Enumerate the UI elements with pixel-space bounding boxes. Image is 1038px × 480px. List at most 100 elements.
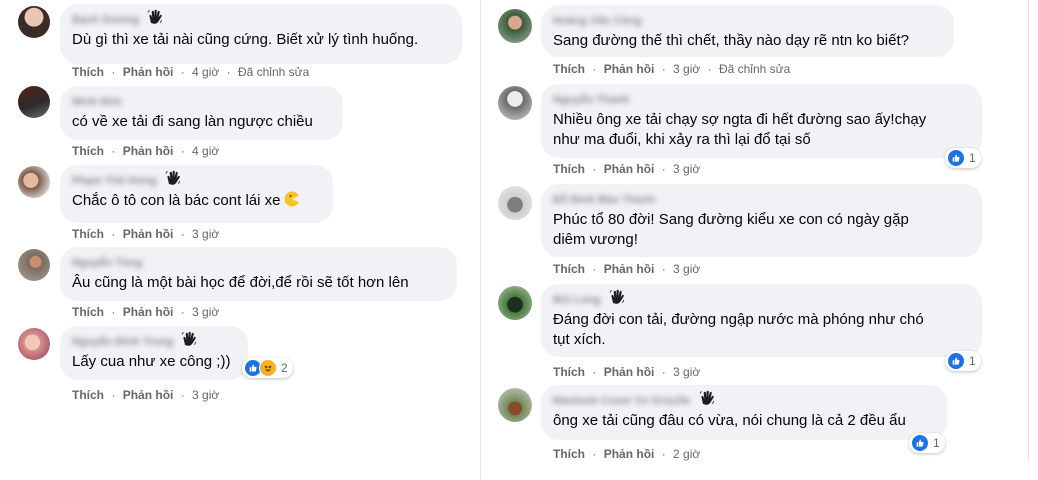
comment-text: Nhiều ông xe tải chạy sợ ngta đi hết đườ…: [553, 110, 970, 150]
avatar[interactable]: [498, 286, 532, 320]
reply-button[interactable]: Phản hồi: [604, 62, 655, 76]
reaction-summary[interactable]: 1: [909, 433, 945, 453]
like-button[interactable]: Thích: [553, 162, 585, 176]
comment-bubble: Minh Đức có về xe tải đi sang làn ngược …: [60, 86, 343, 140]
like-reaction-icon: [911, 434, 929, 452]
like-button[interactable]: Thích: [553, 262, 585, 276]
comment-author[interactable]: Bùi Long: [553, 293, 601, 307]
reply-button[interactable]: Phản hồi: [604, 162, 655, 176]
avatar[interactable]: [18, 166, 50, 198]
reaction-count: 1: [969, 151, 976, 165]
comment-text: Đáng đời con tải, đường ngập nước mà phó…: [553, 310, 970, 350]
comment-bubble: Đỗ Đình Bảo Thanh Phúc tổ 80 đời! Sang đ…: [541, 184, 982, 257]
comment-text-line: tụt xích.: [553, 331, 606, 348]
comment-time[interactable]: 3 giờ: [192, 305, 219, 319]
comment-text: Dù gì thì xe tải nài cũng cứng. Biết xử …: [72, 31, 419, 48]
comment-author[interactable]: Manhole Cover Vs Grizzlle: [553, 394, 691, 408]
comment-bubble: Hoàng Văn Công Sang đường thế thì chết, …: [541, 5, 954, 57]
comment-bubble: Bạch Dương Dù gì thì xe tải nài cũng cứn…: [60, 4, 462, 64]
comment-text: Âu cũng là một bài học để đời,để rồi sẽ …: [72, 274, 409, 291]
comment-text-line: Nhiều ông xe tải chạy sợ ngta đi hết đườ…: [553, 111, 927, 128]
like-button[interactable]: Thích: [72, 388, 104, 402]
wave-icon: [609, 289, 625, 305]
avatar[interactable]: [498, 388, 532, 422]
comment-text-line: Đáng đời con tải, đường ngập nước mà phó…: [553, 311, 924, 328]
comment-actions: Thích · Phản hồi · 3 giờ: [72, 388, 220, 402]
reply-button[interactable]: Phản hồi: [604, 262, 655, 276]
comment-actions: Thích · Phản hồi · 3 giờ: [72, 305, 220, 319]
like-button[interactable]: Thích: [72, 65, 104, 79]
like-button[interactable]: Thích: [72, 144, 104, 158]
comment-time[interactable]: 4 giờ: [192, 144, 219, 158]
avatar[interactable]: [18, 86, 50, 118]
comment-text: Lấy cua như xe công ;)): [72, 353, 231, 370]
comment-actions: Thích · Phản hồi · 4 giờ: [72, 144, 220, 158]
reaction-summary[interactable]: 1: [945, 148, 981, 168]
avatar[interactable]: [18, 6, 50, 38]
reply-button[interactable]: Phản hồi: [604, 447, 655, 461]
reaction-summary[interactable]: 2: [242, 358, 293, 378]
comment-text: Phúc tổ 80 đời! Sang đường kiểu xe con c…: [553, 210, 970, 250]
reaction-summary[interactable]: 1: [945, 351, 981, 371]
comment-actions: Thích · Phản hồi · 4 giờ · Đã chỉnh sửa: [72, 65, 310, 79]
reply-button[interactable]: Phản hồi: [123, 305, 174, 319]
comment-bubble: Nguyễn Thanh Nhiều ông xe tải chạy sợ ng…: [541, 84, 982, 158]
comment-time[interactable]: 3 giờ: [673, 262, 700, 276]
avatar[interactable]: [18, 328, 50, 360]
column-divider: [1028, 0, 1029, 462]
comment-text: ông xe tải cũng đâu có vừa, nói chung là…: [553, 412, 906, 429]
avatar[interactable]: [498, 86, 532, 120]
comment-author[interactable]: Minh Đức: [72, 95, 123, 109]
comment-author[interactable]: Nguyễn Tùng: [72, 256, 142, 270]
like-button[interactable]: Thích: [553, 365, 585, 379]
like-reaction-icon: [947, 149, 965, 167]
comment-time[interactable]: 4 giờ: [192, 65, 219, 79]
reaction-count: 1: [969, 354, 976, 368]
like-button[interactable]: Thích: [72, 227, 104, 241]
reply-button[interactable]: Phản hồi: [123, 388, 174, 402]
comment-time[interactable]: 3 giờ: [673, 365, 700, 379]
comment-author[interactable]: Hoàng Văn Công: [553, 14, 642, 28]
comment-actions: Thích · Phản hồi · 3 giờ: [553, 162, 701, 176]
comment-time[interactable]: 3 giờ: [192, 227, 219, 241]
comment-actions: Thích · Phản hồi · 3 giờ · Đã chỉnh sửa: [553, 62, 791, 76]
avatar[interactable]: [18, 249, 50, 281]
haha-reaction-icon: [259, 359, 277, 377]
comment-author[interactable]: Phạm Thế Hưng: [72, 174, 157, 188]
avatar[interactable]: [498, 9, 532, 43]
comment-author[interactable]: Nguyễn Thanh: [553, 93, 629, 107]
comments-column-right: Hoàng Văn Công Sang đường thế thì chết, …: [480, 0, 1031, 480]
smile-emoji-icon: [284, 191, 300, 207]
comment-text: có về xe tải đi sang làn ngược chiều: [72, 113, 313, 130]
comment-author[interactable]: Nguyễn Đình Trung: [72, 335, 173, 349]
comment-bubble: Nguyễn Đình Trung Lấy cua như xe công ;)…: [60, 326, 248, 380]
reply-button[interactable]: Phản hồi: [604, 365, 655, 379]
comment-time[interactable]: 2 giờ: [673, 447, 700, 461]
comment-time[interactable]: 3 giờ: [673, 62, 700, 76]
comment-author[interactable]: Bạch Dương: [72, 13, 139, 27]
comment-text-line: diêm vương!: [553, 231, 638, 248]
comment-bubble: Phạm Thế Hưng Chắc ô tô con là bác cont …: [60, 165, 333, 223]
avatar[interactable]: [498, 186, 532, 220]
comment-actions: Thích · Phản hồi · 2 giờ: [553, 447, 701, 461]
wave-icon: [699, 390, 715, 406]
reply-button[interactable]: Phản hồi: [123, 144, 174, 158]
comment-actions: Thích · Phản hồi · 3 giờ: [72, 227, 220, 241]
comment-time[interactable]: 3 giờ: [673, 162, 700, 176]
comment-author[interactable]: Đỗ Đình Bảo Thanh: [553, 193, 655, 207]
wave-icon: [165, 170, 181, 186]
like-reaction-icon: [947, 352, 965, 370]
comment-bubble: Nguyễn Tùng Âu cũng là một bài học để đờ…: [60, 247, 457, 301]
comment-actions: Thích · Phản hồi · 3 giờ: [553, 262, 701, 276]
reply-button[interactable]: Phản hồi: [123, 65, 174, 79]
comment-text-line: Phúc tổ 80 đời! Sang đường kiểu xe con c…: [553, 211, 909, 228]
reaction-count: 2: [281, 361, 288, 375]
comment-time[interactable]: 3 giờ: [192, 388, 219, 402]
like-button[interactable]: Thích: [553, 62, 585, 76]
like-button[interactable]: Thích: [72, 305, 104, 319]
like-button[interactable]: Thích: [553, 447, 585, 461]
comment-actions: Thích · Phản hồi · 3 giờ: [553, 365, 701, 379]
reply-button[interactable]: Phản hồi: [123, 227, 174, 241]
edited-label: Đã chỉnh sửa: [718, 62, 791, 76]
comments-column-left: Bạch Dương Dù gì thì xe tải nài cũng cứn…: [0, 0, 470, 480]
